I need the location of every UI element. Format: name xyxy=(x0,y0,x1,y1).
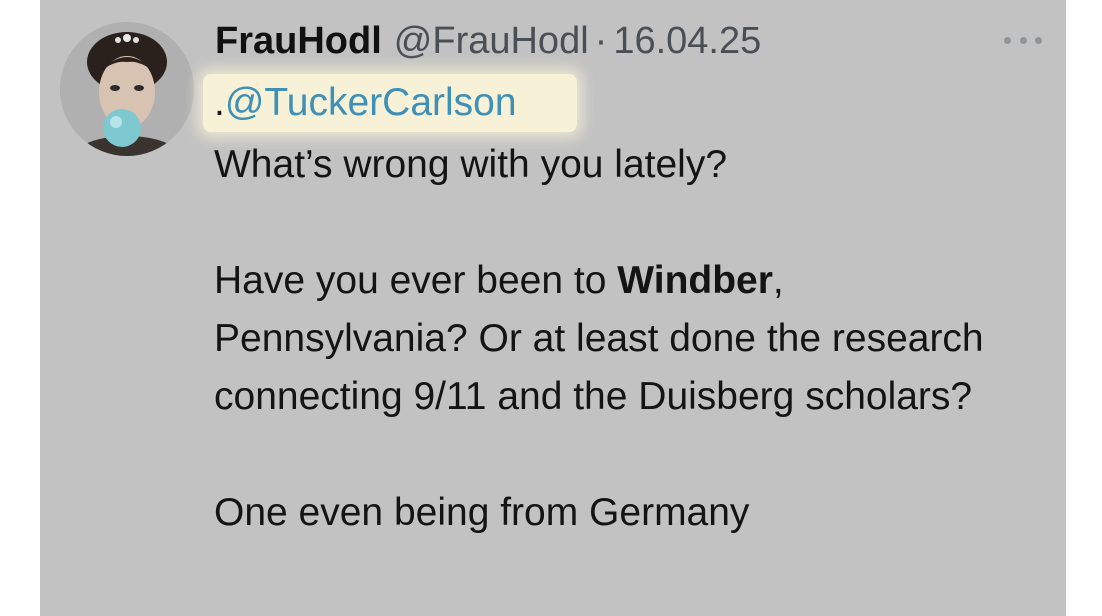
author-avatar[interactable] xyxy=(60,22,194,156)
paragraph-3-text: One even being from Germany xyxy=(214,491,750,534)
tweet-date[interactable]: 16.04.25 xyxy=(613,16,761,66)
tweet-paragraph-3: One even being from Germany xyxy=(214,484,1004,542)
tweet-mention-line: .@TuckerCarlson xyxy=(214,74,517,132)
avatar-portrait-icon xyxy=(60,22,194,156)
more-dot xyxy=(1004,36,1011,44)
author-display-name[interactable]: FrauHodl xyxy=(215,16,382,66)
tweet-header: FrauHodl @FrauHodl · 16.04.25 xyxy=(215,16,761,66)
tweet-line-1: What’s wrong with you lately? xyxy=(214,143,728,186)
germany-flag-icon xyxy=(763,495,809,527)
header-separator: · xyxy=(594,20,608,62)
tweet-paragraph-2: Have you ever been to Windber, Pennsylva… xyxy=(214,252,1004,426)
more-dot xyxy=(1035,36,1042,44)
more-dot xyxy=(1019,36,1027,44)
mention-prefix: . xyxy=(214,81,225,124)
paragraph-2-bold-place: Windber xyxy=(617,259,773,302)
mention-link[interactable]: @TuckerCarlson xyxy=(225,81,517,124)
more-options-icon[interactable] xyxy=(1004,33,1042,47)
tweet-body: What’s wrong with you lately? Have you e… xyxy=(214,136,1004,542)
paragraph-2-text-before: Have you ever been to xyxy=(214,259,618,302)
author-handle[interactable]: @FrauHodl xyxy=(394,16,589,66)
